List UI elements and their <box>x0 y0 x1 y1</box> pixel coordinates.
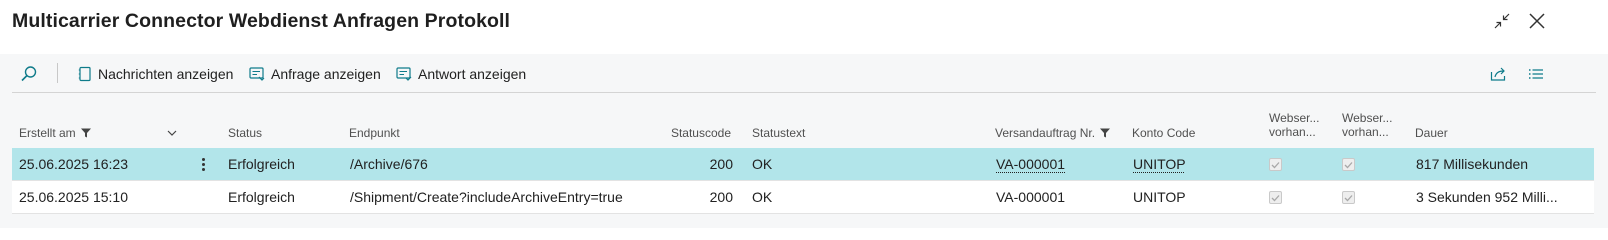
cell-duration[interactable]: 817 Millisekunden <box>1416 148 1556 181</box>
collapse-icon <box>1494 13 1510 29</box>
cell-status-text[interactable]: OK <box>752 181 772 214</box>
show-request-label: Anfrage anzeigen <box>271 65 381 82</box>
show-response-label: Antwort anzeigen <box>418 65 527 82</box>
table-row[interactable]: 25.06.2025 16:23 Erfolgreich /Archive/67… <box>12 148 1594 181</box>
close-button[interactable] <box>1523 8 1551 34</box>
toolbar-divider <box>57 63 58 83</box>
cell-endpoint[interactable]: /Archive/676 <box>350 148 428 181</box>
webservice-1-checkbox[interactable] <box>1269 191 1282 204</box>
share-button[interactable] <box>1490 54 1514 93</box>
cell-status-text[interactable]: OK <box>752 148 772 181</box>
cell-created-at[interactable]: 25.06.2025 15:10 <box>19 181 128 214</box>
cell-status[interactable]: Erfolgreich <box>228 181 295 214</box>
col-header-shipment-no-label: Versandauftrag Nr. <box>995 126 1096 140</box>
page-content: Nachrichten anzeigen Anfrage anzeigen An… <box>0 54 1608 228</box>
action-bar: Nachrichten anzeigen Anfrage anzeigen An… <box>12 54 1596 93</box>
col-header-webservice-1[interactable]: Webser... vorhan... <box>1269 111 1319 139</box>
webservice-2-checkbox[interactable] <box>1342 191 1355 204</box>
row-menu-button[interactable] <box>196 148 210 181</box>
cell-created-at[interactable]: 25.06.2025 16:23 <box>19 148 128 181</box>
search-icon <box>21 65 37 81</box>
share-icon <box>1490 67 1506 81</box>
col-header-duration[interactable]: Dauer <box>1415 126 1448 140</box>
cell-duration[interactable]: 3 Sekunden 952 Milli... <box>1416 181 1592 214</box>
cell-endpoint[interactable]: /Shipment/Create?includeArchiveEntry=tru… <box>350 181 623 214</box>
list-view-button[interactable] <box>1528 54 1550 93</box>
request-icon <box>249 66 265 81</box>
column-menu-button[interactable] <box>167 126 177 140</box>
col-header-webservice-1-line1: Webser... <box>1269 111 1320 125</box>
checkmark-icon <box>1344 161 1353 168</box>
show-response-button[interactable]: Antwort anzeigen <box>396 54 526 93</box>
page-header: Multicarrier Connector Webdienst Anfrage… <box>0 0 1608 54</box>
show-request-button[interactable]: Anfrage anzeigen <box>249 54 381 93</box>
chevron-down-icon <box>167 130 177 136</box>
col-header-status[interactable]: Status <box>228 126 262 140</box>
cell-account-code[interactable]: UNITOP <box>1133 181 1186 214</box>
checkmark-icon <box>1344 194 1353 201</box>
col-header-webservice-1-line2: vorhan... <box>1269 125 1316 139</box>
col-header-webservice-2-line2: vorhan... <box>1342 125 1389 139</box>
checkmark-icon <box>1271 161 1280 168</box>
list-icon <box>1529 68 1543 79</box>
webservice-2-checkbox[interactable] <box>1342 158 1355 171</box>
col-header-account-code[interactable]: Konto Code <box>1132 126 1195 140</box>
col-header-shipment-no[interactable]: Versandauftrag Nr. <box>995 126 1111 140</box>
cell-shipment-no[interactable]: VA-000001 <box>996 148 1065 181</box>
show-messages-label: Nachrichten anzeigen <box>98 65 234 82</box>
cell-shipment-no[interactable]: VA-000001 <box>996 181 1065 214</box>
col-header-created-at[interactable]: Erstellt am <box>19 126 91 140</box>
col-header-webservice-2-line1: Webser... <box>1342 111 1393 125</box>
collapse-button[interactable] <box>1488 8 1516 34</box>
table-row[interactable]: 25.06.2025 15:10 Erfolgreich /Shipment/C… <box>12 181 1594 214</box>
cell-account-code[interactable]: UNITOP <box>1133 148 1186 181</box>
col-header-endpoint[interactable]: Endpunkt <box>349 126 400 140</box>
response-icon <box>396 66 412 81</box>
close-icon <box>1529 13 1545 29</box>
more-vertical-icon <box>201 158 205 161</box>
search-button[interactable] <box>20 54 44 93</box>
col-header-webservice-2[interactable]: Webser... vorhan... <box>1342 111 1392 139</box>
filter-icon <box>80 128 91 138</box>
col-header-created-at-label: Erstellt am <box>19 126 76 140</box>
table-header: Erstellt am Status Endpunkt Statuscode S… <box>12 93 1594 148</box>
webservice-1-checkbox[interactable] <box>1269 158 1282 171</box>
document-icon <box>78 66 91 81</box>
col-header-status-text[interactable]: Statustext <box>752 126 805 140</box>
col-header-status-code[interactable]: Statuscode <box>642 126 731 140</box>
filter-icon <box>1100 128 1111 138</box>
checkmark-icon <box>1271 194 1280 201</box>
page-title: Multicarrier Connector Webdienst Anfrage… <box>12 10 511 32</box>
cell-status-code[interactable]: 200 <box>642 181 733 214</box>
show-messages-button[interactable]: Nachrichten anzeigen <box>78 54 233 93</box>
cell-status-code[interactable]: 200 <box>642 148 733 181</box>
cell-status[interactable]: Erfolgreich <box>228 148 295 181</box>
